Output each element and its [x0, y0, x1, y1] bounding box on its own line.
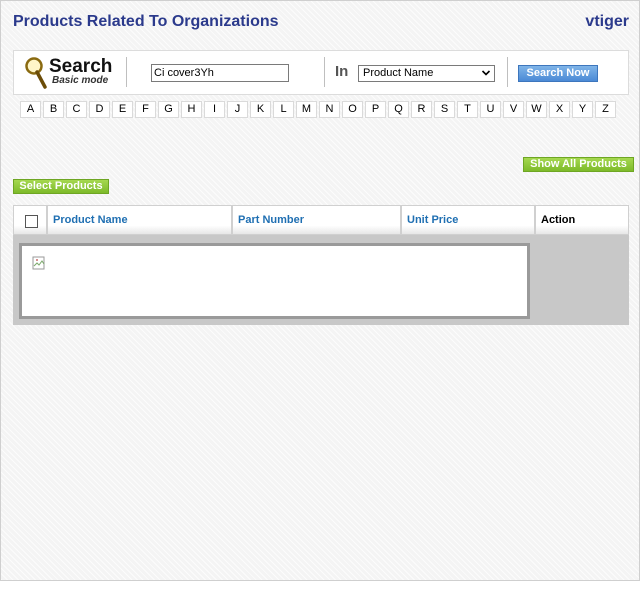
alpha-filter-v[interactable]: V [503, 101, 524, 118]
alpha-filter-r[interactable]: R [411, 101, 432, 118]
search-mode-label: Basic mode [52, 75, 109, 86]
alpha-filter-q[interactable]: Q [388, 101, 409, 118]
alpha-filter-g[interactable]: G [158, 101, 179, 118]
popup-window: Products Related To Organizations vtiger… [0, 0, 640, 581]
alpha-filter-e[interactable]: E [112, 101, 133, 118]
products-table: Product Name Part Number Unit Price Acti… [13, 205, 629, 325]
alpha-filter-k[interactable]: K [250, 101, 271, 118]
alpha-filter-f[interactable]: F [135, 101, 156, 118]
alpha-filter-l[interactable]: L [273, 101, 294, 118]
select-all-checkbox[interactable] [25, 215, 38, 228]
column-unit-price[interactable]: Unit Price [401, 205, 535, 235]
alpha-filter-h[interactable]: H [181, 101, 202, 118]
search-input[interactable] [151, 64, 289, 82]
show-all-products-button[interactable]: Show All Products [523, 157, 634, 172]
select-products-button[interactable]: Select Products [13, 179, 109, 194]
table-body [19, 243, 530, 319]
brand-logo: vtiger [585, 13, 629, 30]
alpha-filter-s[interactable]: S [434, 101, 455, 118]
alpha-filter-c[interactable]: C [66, 101, 87, 118]
alpha-filter-i[interactable]: I [204, 101, 225, 118]
divider [324, 57, 325, 87]
divider [507, 57, 508, 87]
search-field-value: Product Name [363, 67, 434, 79]
divider [126, 57, 127, 87]
search-now-button[interactable]: Search Now [518, 65, 598, 82]
alpha-filter-o[interactable]: O [342, 101, 363, 118]
alpha-filter-m[interactable]: M [296, 101, 317, 118]
alpha-filter-p[interactable]: P [365, 101, 386, 118]
magnifier-icon [25, 57, 47, 89]
alpha-filter-n[interactable]: N [319, 101, 340, 118]
search-bar: Search Basic mode In Product Name Search… [13, 50, 629, 95]
in-label: In [335, 63, 349, 80]
column-part-number[interactable]: Part Number [232, 205, 401, 235]
alpha-filter-a[interactable]: A [20, 101, 41, 118]
select-all-cell [13, 205, 47, 235]
search-logo: Search Basic mode [14, 51, 138, 94]
chevron-down-icon [481, 70, 491, 76]
alpha-filter-u[interactable]: U [480, 101, 501, 118]
table-header: Product Name Part Number Unit Price Acti… [13, 205, 629, 235]
alpha-filter-w[interactable]: W [526, 101, 547, 118]
alpha-filter-b[interactable]: B [43, 101, 64, 118]
alpha-filter-t[interactable]: T [457, 101, 478, 118]
search-field-select[interactable]: Product Name [358, 65, 495, 82]
column-action: Action [535, 205, 629, 235]
alpha-filter-d[interactable]: D [89, 101, 110, 118]
column-product-name[interactable]: Product Name [47, 205, 232, 235]
alpha-filter-j[interactable]: J [227, 101, 248, 118]
page-title: Products Related To Organizations [13, 13, 279, 30]
header: Products Related To Organizations vtiger [13, 13, 629, 33]
broken-image-icon [32, 256, 45, 270]
alpha-filter-y[interactable]: Y [572, 101, 593, 118]
alpha-filter-z[interactable]: Z [595, 101, 616, 118]
alpha-filter-x[interactable]: X [549, 101, 570, 118]
